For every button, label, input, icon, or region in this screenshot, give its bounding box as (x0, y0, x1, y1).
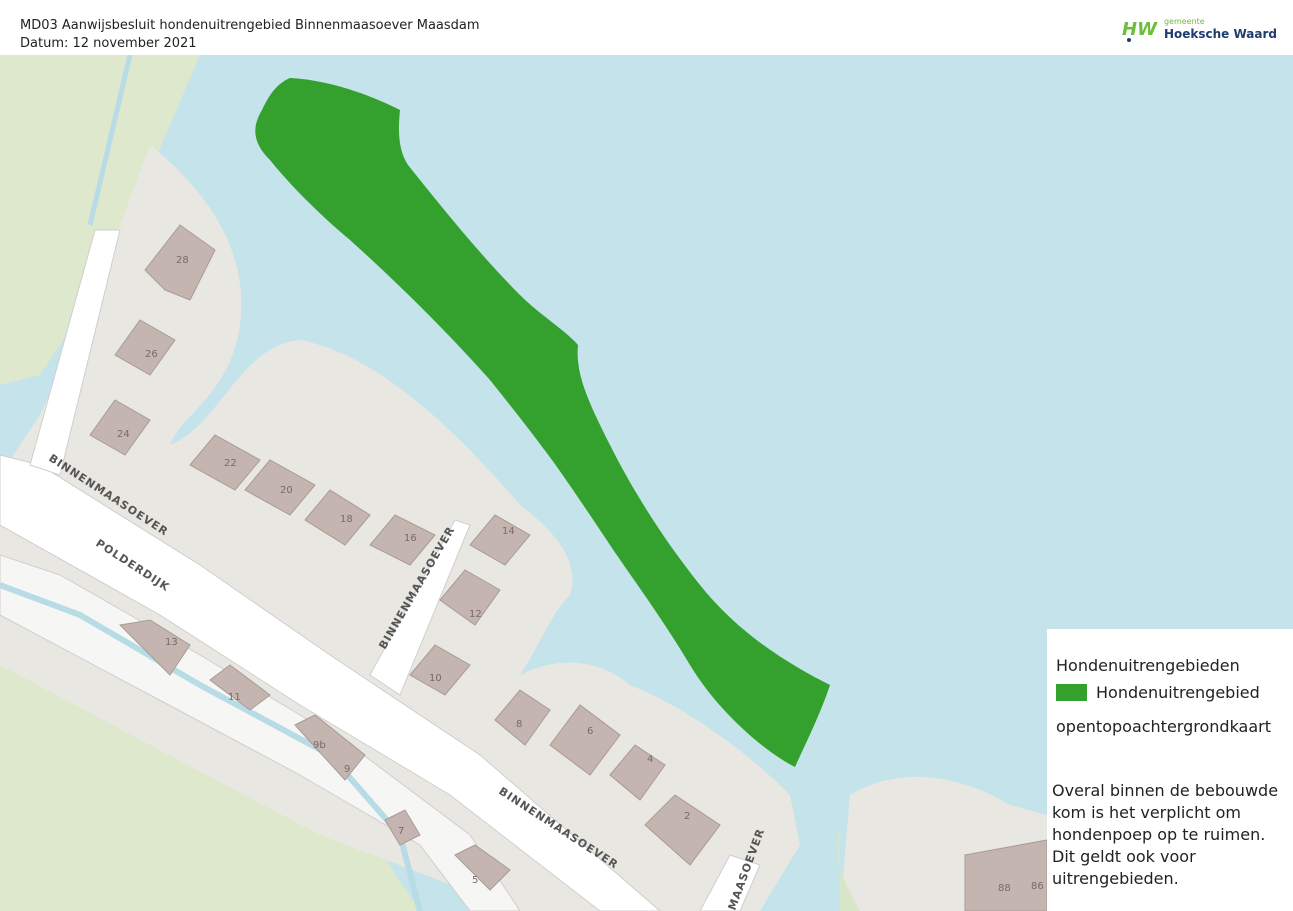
house-number: 9 (344, 764, 350, 775)
house-number: 28 (176, 255, 189, 266)
house-number: 13 (165, 637, 178, 648)
header: MD03 Aanwijsbesluit hondenuitrengebied B… (0, 0, 1293, 56)
house-number: 22 (224, 458, 237, 469)
legend: Hondenuitrengebieden Hondenuitrengebied … (1047, 629, 1293, 911)
logo-mark: HW (1122, 19, 1158, 40)
house-number: 14 (502, 526, 515, 537)
house-number: 88 (998, 883, 1011, 894)
logo-small-text: gemeente (1163, 17, 1205, 26)
legend-item-label: Hondenuitrengebied (1096, 683, 1260, 702)
house-number: 9b (313, 740, 326, 751)
legend-basemap: opentopoachtergrondkaart (1056, 717, 1272, 736)
house-number: 2 (684, 811, 690, 822)
legend-swatch (1056, 684, 1087, 701)
municipality-logo: HW gemeente Hoeksche Waard (1120, 14, 1277, 44)
map-date: Datum: 12 november 2021 (20, 36, 197, 51)
house-number: 20 (280, 485, 293, 496)
house-number: 86 (1031, 881, 1044, 892)
house-number: 11 (228, 692, 241, 703)
house-number: 24 (117, 429, 130, 440)
house-number: 12 (469, 609, 482, 620)
logo-name: Hoeksche Waard (1163, 27, 1277, 41)
legend-heading: Hondenuitrengebieden (1056, 656, 1240, 675)
house-number: 4 (647, 754, 653, 765)
hw-logo-icon: HW (1122, 19, 1158, 42)
house-number: 18 (340, 514, 353, 525)
house-number: 16 (404, 533, 417, 544)
house-number: 26 (145, 349, 158, 360)
house-number: 5 (472, 875, 478, 886)
house-number: 6 (587, 726, 593, 737)
house-number: 10 (429, 673, 442, 684)
house-number: 8 (516, 719, 522, 730)
map-title: MD03 Aanwijsbesluit hondenuitrengebied B… (20, 18, 480, 33)
legend-note: Overal binnen de bebouwde kom is het ver… (1052, 781, 1279, 888)
house-number: 7 (398, 826, 404, 837)
